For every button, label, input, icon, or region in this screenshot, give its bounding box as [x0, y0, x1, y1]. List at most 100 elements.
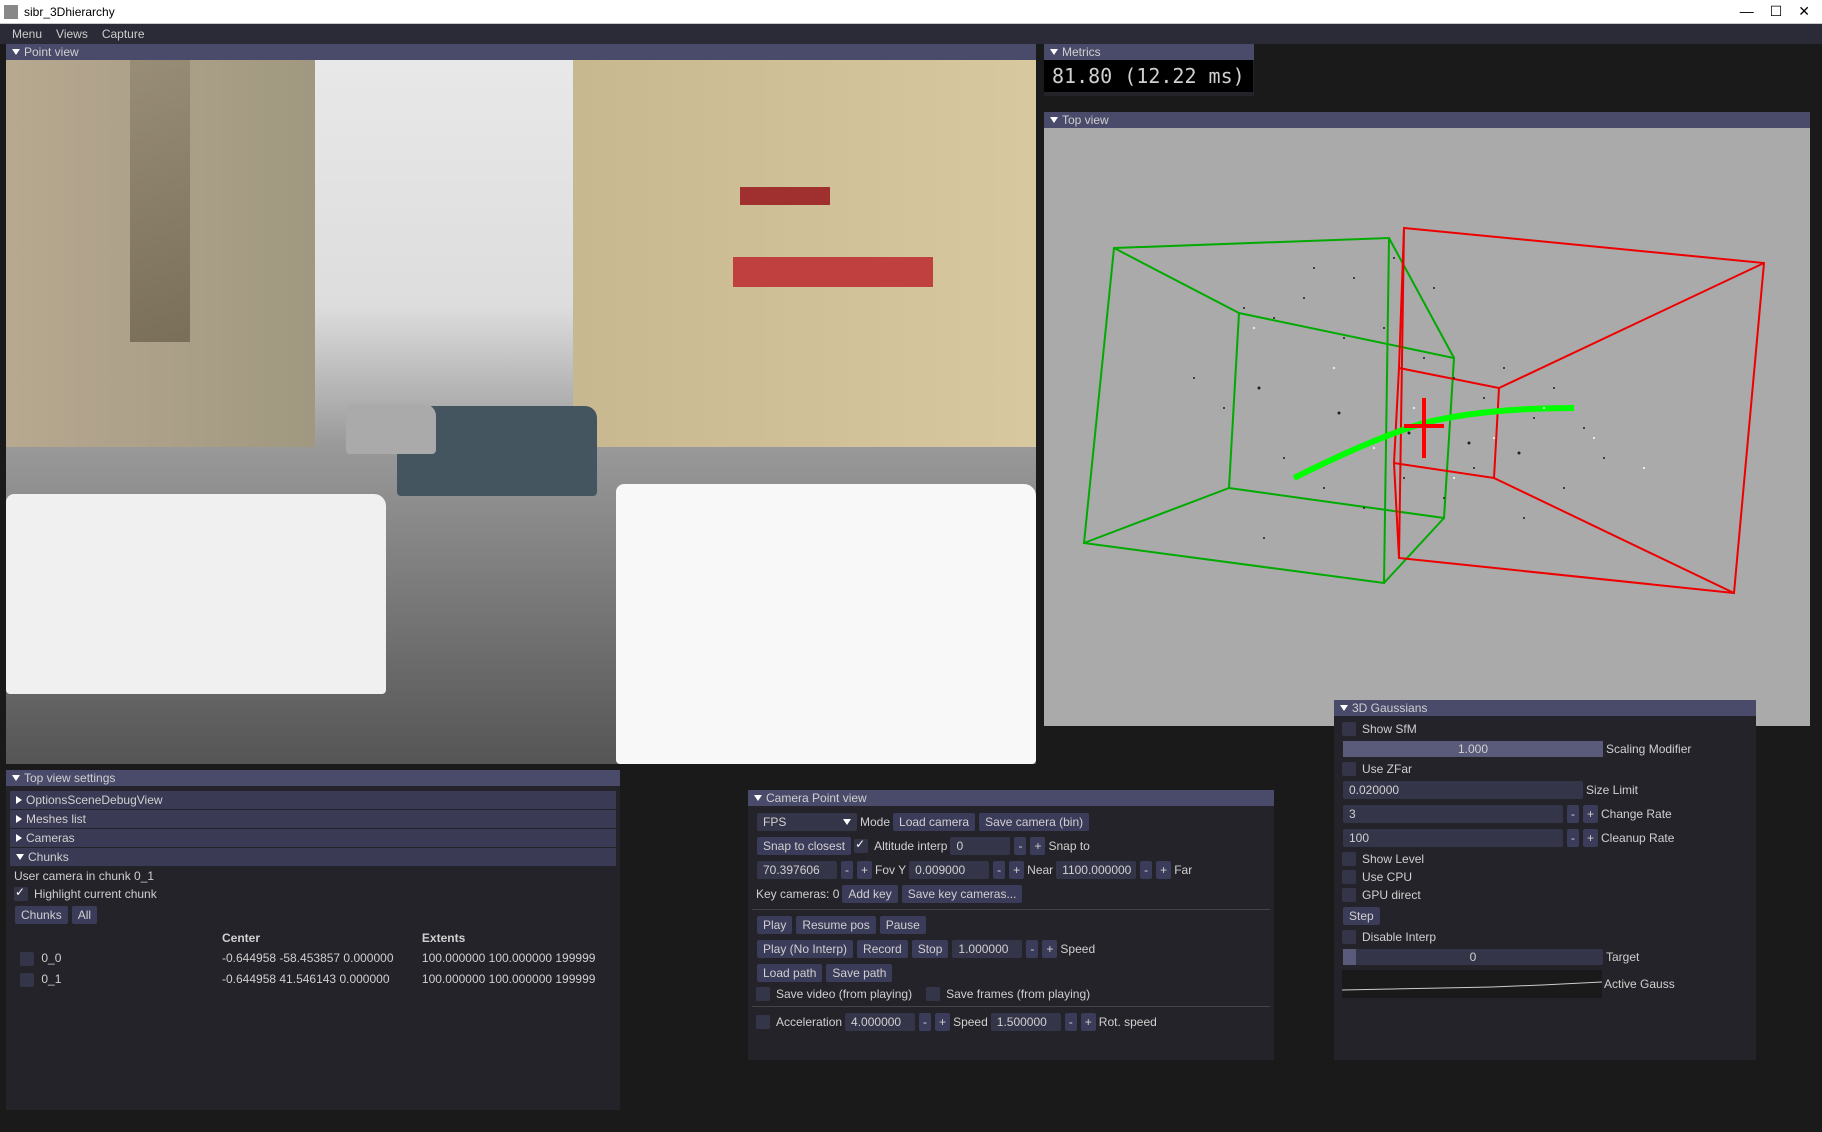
cleanup-rate-label: Cleanup Rate [1601, 831, 1674, 845]
fovy-minus[interactable]: - [993, 861, 1005, 879]
snap-closest-button[interactable]: Snap to closest [757, 837, 851, 855]
target-slider[interactable]: 0 [1343, 949, 1603, 965]
camera-title[interactable]: Camera Point view [748, 790, 1274, 806]
accel-minus[interactable]: - [919, 1013, 931, 1031]
speed-value[interactable]: 1.000000 [952, 940, 1022, 958]
app-icon [4, 5, 18, 19]
save-video-label: Save video (from playing) [776, 987, 912, 1001]
altitude-interp-checkbox[interactable] [854, 839, 868, 853]
save-video-checkbox[interactable] [756, 987, 770, 1001]
save-key-cameras-button[interactable]: Save key cameras... [902, 885, 1023, 903]
fov-value[interactable]: 70.397606 [757, 861, 837, 879]
step-button[interactable]: Step [1343, 907, 1380, 925]
gpu-direct-checkbox[interactable] [1342, 888, 1356, 902]
scaling-slider[interactable]: 1.000 [1343, 741, 1603, 757]
save-path-button[interactable]: Save path [826, 964, 892, 982]
load-camera-button[interactable]: Load camera [893, 813, 975, 831]
meshes-list-header[interactable]: Meshes list [10, 810, 616, 828]
metrics-title[interactable]: Metrics [1044, 44, 1254, 60]
top-settings-title[interactable]: Top view settings [6, 770, 620, 786]
speed-minus[interactable]: - [1026, 940, 1038, 958]
save-camera-button[interactable]: Save camera (bin) [979, 813, 1089, 831]
change-minus[interactable]: - [1567, 805, 1579, 823]
near-minus[interactable]: - [1140, 861, 1152, 879]
near-plus[interactable]: + [1156, 861, 1171, 879]
gaussians-title[interactable]: 3D Gaussians [1334, 700, 1756, 716]
table-row[interactable]: 0_1 -0.644958 41.546143 0.000000 100.000… [12, 970, 614, 989]
record-button[interactable]: Record [857, 940, 908, 958]
top-view-viewport[interactable] [1044, 128, 1810, 726]
cleanup-minus[interactable]: - [1567, 829, 1579, 847]
use-cpu-checkbox[interactable] [1342, 870, 1356, 884]
all-button[interactable]: All [72, 906, 97, 924]
highlight-label: Highlight current chunk [34, 887, 157, 901]
load-path-button[interactable]: Load path [757, 964, 822, 982]
table-row[interactable]: 0_0 -0.644958 -58.453857 0.000000 100.00… [12, 949, 614, 968]
acceleration-checkbox[interactable] [756, 1015, 770, 1029]
snap-to-label: Snap to [1048, 839, 1089, 853]
add-key-button[interactable]: Add key [842, 885, 897, 903]
save-frames-checkbox[interactable] [926, 987, 940, 1001]
mode-select[interactable]: FPS [757, 813, 857, 831]
near-value[interactable]: 1100.000000 [1056, 861, 1136, 879]
show-level-checkbox[interactable] [1342, 852, 1356, 866]
altitude-interp-label: Altitude interp [874, 839, 947, 853]
fov-minus[interactable]: - [841, 861, 853, 879]
speed2-plus[interactable]: + [1081, 1013, 1096, 1031]
alt-minus[interactable]: - [1014, 837, 1026, 855]
maximize-button[interactable]: ☐ [1770, 3, 1783, 20]
rot-speed-label: Rot. speed [1099, 1015, 1157, 1029]
speed2-value[interactable]: 1.500000 [991, 1013, 1061, 1031]
play-no-interp-button[interactable]: Play (No Interp) [757, 940, 853, 958]
cameras-header[interactable]: Cameras [10, 829, 616, 847]
chunks-button[interactable]: Chunks [15, 906, 68, 924]
target-label: Target [1606, 950, 1639, 964]
speed-plus[interactable]: + [1042, 940, 1057, 958]
altitude-value[interactable]: 0 [950, 837, 1010, 855]
chunks-header[interactable]: Chunks [10, 848, 616, 866]
save-frames-label: Save frames (from playing) [946, 987, 1090, 1001]
active-gauss-label: Active Gauss [1604, 977, 1675, 991]
top-view-settings-panel: Top view settings OptionsSceneDebugView … [6, 770, 620, 1110]
scaling-label: Scaling Modifier [1606, 742, 1691, 756]
minimize-button[interactable]: — [1740, 3, 1754, 20]
menu-capture[interactable]: Capture [102, 27, 145, 41]
top-view-title[interactable]: Top view [1044, 112, 1810, 128]
use-zfar-checkbox[interactable] [1342, 762, 1356, 776]
play-button[interactable]: Play [757, 916, 792, 934]
cleanup-plus[interactable]: + [1583, 829, 1598, 847]
change-rate-value[interactable]: 3 [1343, 805, 1563, 823]
fovy-label: Fov Y [875, 863, 906, 877]
cleanup-rate-value[interactable]: 100 [1343, 829, 1563, 847]
acceleration-value[interactable]: 4.000000 [845, 1013, 915, 1031]
show-sfm-checkbox[interactable] [1342, 722, 1356, 736]
row-checkbox[interactable] [20, 952, 34, 966]
show-level-label: Show Level [1362, 852, 1424, 866]
highlight-checkbox[interactable] [14, 887, 28, 901]
alt-plus[interactable]: + [1030, 837, 1045, 855]
point-view-viewport[interactable] [6, 60, 1036, 764]
close-button[interactable]: ✕ [1798, 3, 1810, 20]
speed2-label: Speed [953, 1015, 988, 1029]
fov-plus[interactable]: + [857, 861, 872, 879]
stop-button[interactable]: Stop [912, 940, 949, 958]
pause-button[interactable]: Pause [880, 916, 926, 934]
gpu-direct-label: GPU direct [1362, 888, 1421, 902]
resume-button[interactable]: Resume pos [796, 916, 875, 934]
accel-plus[interactable]: + [935, 1013, 950, 1031]
size-limit-label: Size Limit [1586, 783, 1638, 797]
row-checkbox[interactable] [20, 973, 34, 987]
fovy-value[interactable]: 0.009000 [909, 861, 989, 879]
change-plus[interactable]: + [1583, 805, 1598, 823]
size-limit-value[interactable]: 0.020000 [1343, 781, 1583, 799]
active-gauss-graph [1342, 970, 1602, 998]
menu-views[interactable]: Views [56, 27, 88, 41]
speed2-minus[interactable]: - [1065, 1013, 1077, 1031]
window-title: sibr_3Dhierarchy [24, 5, 115, 19]
disable-interp-checkbox[interactable] [1342, 930, 1356, 944]
point-view-title[interactable]: Point view [6, 44, 1036, 60]
menu-menu[interactable]: Menu [12, 27, 42, 41]
fovy-plus[interactable]: + [1009, 861, 1024, 879]
options-scene-debug-header[interactable]: OptionsSceneDebugView [10, 791, 616, 809]
menubar: Menu Views Capture [0, 24, 1822, 44]
